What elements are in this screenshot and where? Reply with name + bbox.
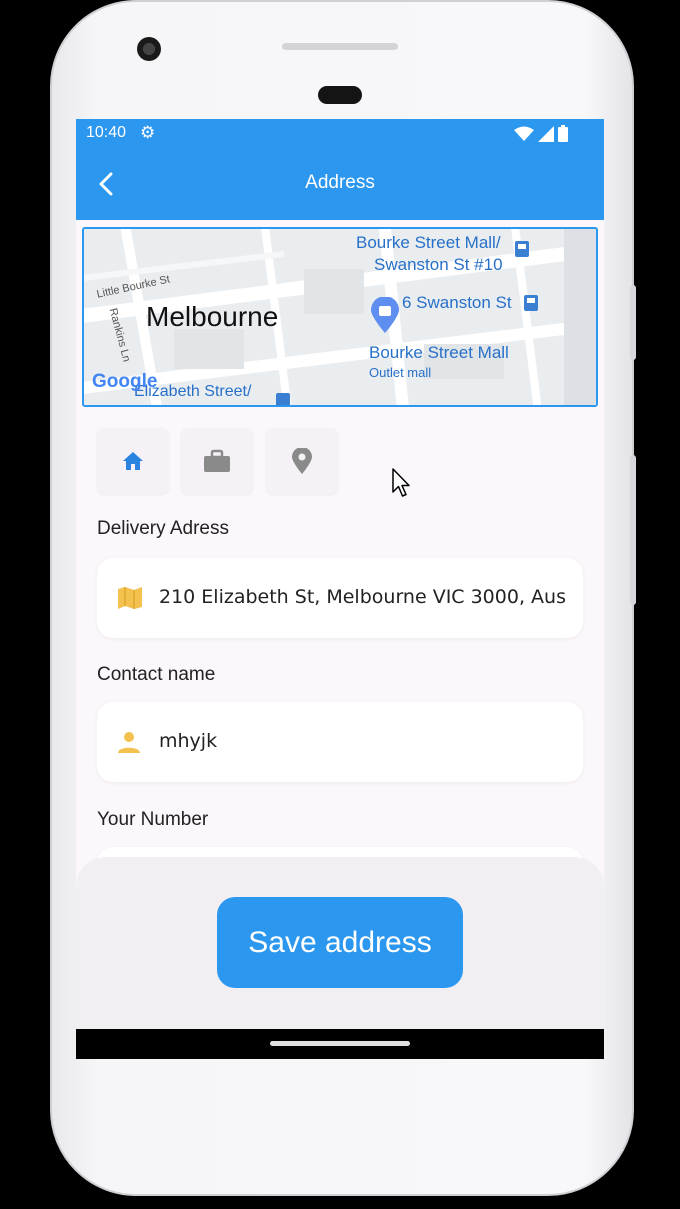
map-city-label: Melbourne [146,301,279,332]
signal-icon [538,125,554,142]
map-preview[interactable]: Little Bourke St Rankins Ln Melbourne Bo… [82,227,598,407]
address-type-other-button[interactable] [266,428,338,494]
delivery-address-label: Delivery Adress [97,518,229,539]
navigation-bar [76,1029,604,1059]
map-icon [118,587,142,609]
address-type-home-button[interactable] [97,428,169,494]
map-poi-label: Bourke Street Mall [369,343,509,362]
battery-icon [558,125,568,142]
person-icon [118,732,140,753]
status-time: 10:40 [86,124,127,141]
front-camera [137,37,161,61]
status-icons [514,125,568,142]
google-logo: Google [92,371,158,392]
map-poi-label: 6 Swanston St [402,293,512,312]
briefcase-icon [204,449,230,472]
contact-name-value: mhyjk [159,730,218,752]
transit-icon [515,241,529,257]
earpiece-speaker [282,43,398,50]
mouse-cursor-icon [392,468,410,497]
contact-name-field[interactable]: mhyjk [97,702,583,782]
proximity-sensor [318,86,362,104]
settings-status-icon: ⚙ [140,123,156,143]
address-type-work-button[interactable] [181,428,253,494]
map-poi-label: Bourke Street Mall/ [356,233,501,252]
delivery-address-field[interactable]: 210 Elizabeth St, Melbourne VIC 3000, Au… [97,558,583,638]
status-bar: 10:40 ⚙ [76,119,604,151]
home-icon [123,452,143,470]
home-gesture-bar[interactable] [270,1041,410,1046]
screen: 10:40 ⚙ Address Little Bourke St Rankins… [76,119,604,1059]
map-poi-sublabel: Outlet mall [369,365,432,380]
transit-icon [524,295,538,311]
save-address-button[interactable]: Save address [217,897,463,988]
power-button [630,285,636,360]
transit-icon [276,393,290,405]
location-pin-icon [292,448,312,474]
your-number-label: Your Number [97,809,209,830]
volume-button [630,455,636,605]
map-poi-label: Swanston St #10 [374,255,503,274]
app-bar: Address [76,151,604,220]
delivery-address-value: 210 Elizabeth St, Melbourne VIC 3000, Au… [159,586,566,608]
wifi-icon [514,126,534,141]
contact-name-label: Contact name [97,664,216,685]
page-title: Address [305,172,375,193]
shop-pin-icon [371,297,399,333]
